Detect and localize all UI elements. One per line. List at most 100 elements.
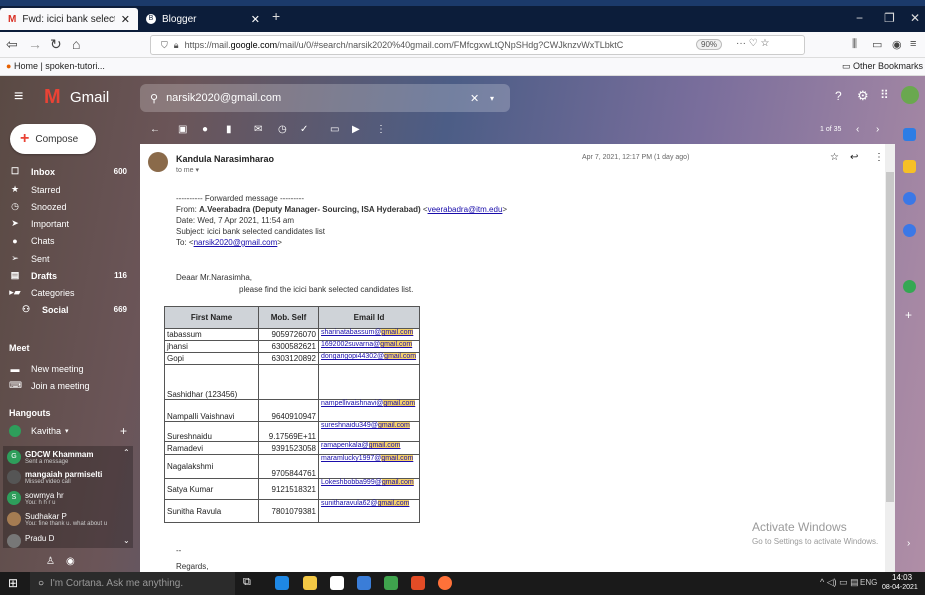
reload-icon[interactable]: ↻ [50,36,62,53]
prev-icon[interactable]: ‹ [856,124,859,135]
edge-icon[interactable] [275,576,289,590]
app-icon[interactable] [357,576,371,590]
next-icon[interactable]: › [876,124,879,135]
reply-icon[interactable]: ↩ [850,152,858,163]
bookmark-home[interactable]: ● Home | spoken-tutori... [6,61,105,71]
app-icon[interactable] [384,576,398,590]
add-task-icon[interactable]: ✓ [300,124,308,135]
new-tab-button[interactable]: + [272,8,280,24]
contacts-icon[interactable] [903,224,916,237]
home-icon[interactable]: ⌂ [72,36,80,52]
calendar-icon[interactable] [903,128,916,141]
email-link[interactable]: sharinatabassum@gmail.com [318,328,420,341]
windows-start-icon[interactable]: ⊞ [8,576,18,590]
to-email-link[interactable]: narsik2020@gmail.com [194,238,278,247]
clock-time[interactable]: 14:03 [892,573,912,582]
sidebar-item-inbox[interactable]: ☐ Inbox 600 [0,163,137,180]
hangout-item[interactable]: G GDCW Khammam Sent a message [7,450,127,465]
ellipsis-text[interactable]: -- [176,546,181,555]
file-explorer-icon[interactable] [303,576,317,590]
forward-icon[interactable]: → [28,36,42,52]
hangout-item[interactable]: mangaiah parmiselti Missed video call [7,470,127,485]
email-link[interactable]: sunitharavula62@gmail.com [318,499,420,523]
search-input[interactable]: ⚲ narsik2020@gmail.com ✕ ▾ [140,84,510,112]
tasks-icon[interactable] [903,192,916,205]
app-icon[interactable] [411,576,425,590]
sidebar-item-snoozed[interactable]: ◷ Snoozed [0,198,137,215]
email-link[interactable]: nampellivaishnavi@gmail.com [318,399,420,422]
tab-blogger[interactable]: B Blogger ✕ [138,8,268,30]
expand-panel-icon[interactable]: › [907,538,910,549]
profile-avatar[interactable] [901,86,919,104]
menu-icon[interactable]: ≡ [910,38,916,50]
email-link[interactable]: 1692002suvarna@gmail.com [318,340,420,353]
page-actions-icon[interactable]: ··· ♡ ☆ [736,38,769,49]
apps-icon[interactable]: ⠿ [880,88,889,102]
addon-icon[interactable] [903,280,916,293]
join-meeting-item[interactable]: ⌨ Join a meeting [0,377,137,394]
more-icon[interactable]: ⋮ [376,124,386,135]
get-addons-icon[interactable]: + [905,308,912,322]
keep-icon[interactable] [903,160,916,173]
account-icon[interactable]: ◉ [892,38,902,51]
library-icon[interactable]: ⫼ [852,38,857,51]
sidebar-item-drafts[interactable]: ▤ Drafts 116 [0,267,137,284]
sidebar-item-starred[interactable]: ★ Starred [0,181,137,198]
star-icon[interactable]: ☆ [830,152,839,163]
compose-button[interactable]: + Compose [10,124,96,154]
scrollbar-thumb[interactable] [886,172,894,502]
labels-icon[interactable]: ▶ [352,124,360,135]
system-tray-icons[interactable]: ^ ◁) ▭ ▤ [820,577,859,588]
sidebar-item-important[interactable]: ➤ Important [0,215,137,232]
hangout-item[interactable]: Pradu D [7,534,127,548]
clear-search-icon[interactable]: ✕ [470,92,479,105]
sidebar-item-sent[interactable]: ➢ Sent [0,250,137,267]
language-indicator[interactable]: ENG [860,578,877,587]
help-icon[interactable]: ? [835,89,842,103]
scrollbar[interactable] [885,144,895,572]
hangout-item[interactable]: S sowmya hr You: h h r u [7,491,127,506]
firefox-icon[interactable] [438,576,452,590]
new-meeting-item[interactable]: ▬ New meeting [0,360,137,377]
email-link[interactable]: ramapenkala@gmail.com [318,441,420,455]
report-spam-icon[interactable]: ● [202,124,208,135]
cortana-search[interactable]: ○ I'm Cortana. Ask me anything. [30,572,235,595]
email-link[interactable]: maramlucky1997@gmail.com [318,454,420,479]
other-bookmarks[interactable]: ▭ Other Bookmarks [842,61,923,72]
sidebar-item-categories[interactable]: ▸▰ Categories [0,284,137,301]
window-close-icon[interactable]: ✕ [910,11,920,25]
back-icon[interactable]: ⇦ [6,36,18,53]
tab-gmail[interactable]: M Fwd: icici bank selected candid ✕ [0,8,138,30]
url-bar[interactable]: ⛉ 🔒︎ https://mail.google.com/mail/u/0/#s… [150,35,805,55]
recipient-line[interactable]: to me ▾ [176,166,199,174]
email-link[interactable]: dongarigopi44302@gmail.com [318,352,420,365]
hangouts-user[interactable]: Kavitha ▾ + [0,422,137,439]
clock-date[interactable]: 08-04-2021 [882,584,918,591]
task-view-icon[interactable]: ⧉ [243,576,251,589]
settings-icon[interactable]: ⚙ [857,88,869,104]
store-icon[interactable] [330,576,344,590]
scroll-up-icon[interactable]: ⌃ [123,448,130,457]
hangout-item[interactable]: Sudhakar P You: fine thank u. what about … [7,512,127,527]
snooze-icon[interactable]: ◷ [278,124,287,135]
zoom-badge[interactable]: 90% [696,39,723,50]
add-contact-icon[interactable]: + [120,424,127,438]
location-icon[interactable]: ◉ [66,556,75,567]
email-link[interactable]: Lokeshbobba999@gmail.com [318,478,420,500]
email-link[interactable] [318,364,420,400]
sidebar-icon[interactable]: ▭ [872,38,882,51]
close-icon[interactable]: ✕ [121,13,130,26]
mark-unread-icon[interactable]: ✉ [254,124,262,135]
more-icon[interactable]: ⋮ [874,152,884,163]
person-icon[interactable]: ♙ [46,556,55,567]
from-email-link[interactable]: veerabadra@itm.edu [428,205,503,214]
delete-icon[interactable]: ▮ [226,124,232,135]
minimize-icon[interactable]: − [856,11,863,25]
main-menu-icon[interactable]: ≡ [14,88,23,106]
maximize-icon[interactable]: ❐ [884,11,895,25]
close-icon[interactable]: ✕ [251,13,260,26]
sidebar-item-chats[interactable]: ● Chats [0,232,137,249]
archive-icon[interactable]: ▣ [178,124,187,135]
scroll-down-icon[interactable]: ⌄ [123,536,130,545]
move-to-icon[interactable]: ▭ [330,124,339,135]
